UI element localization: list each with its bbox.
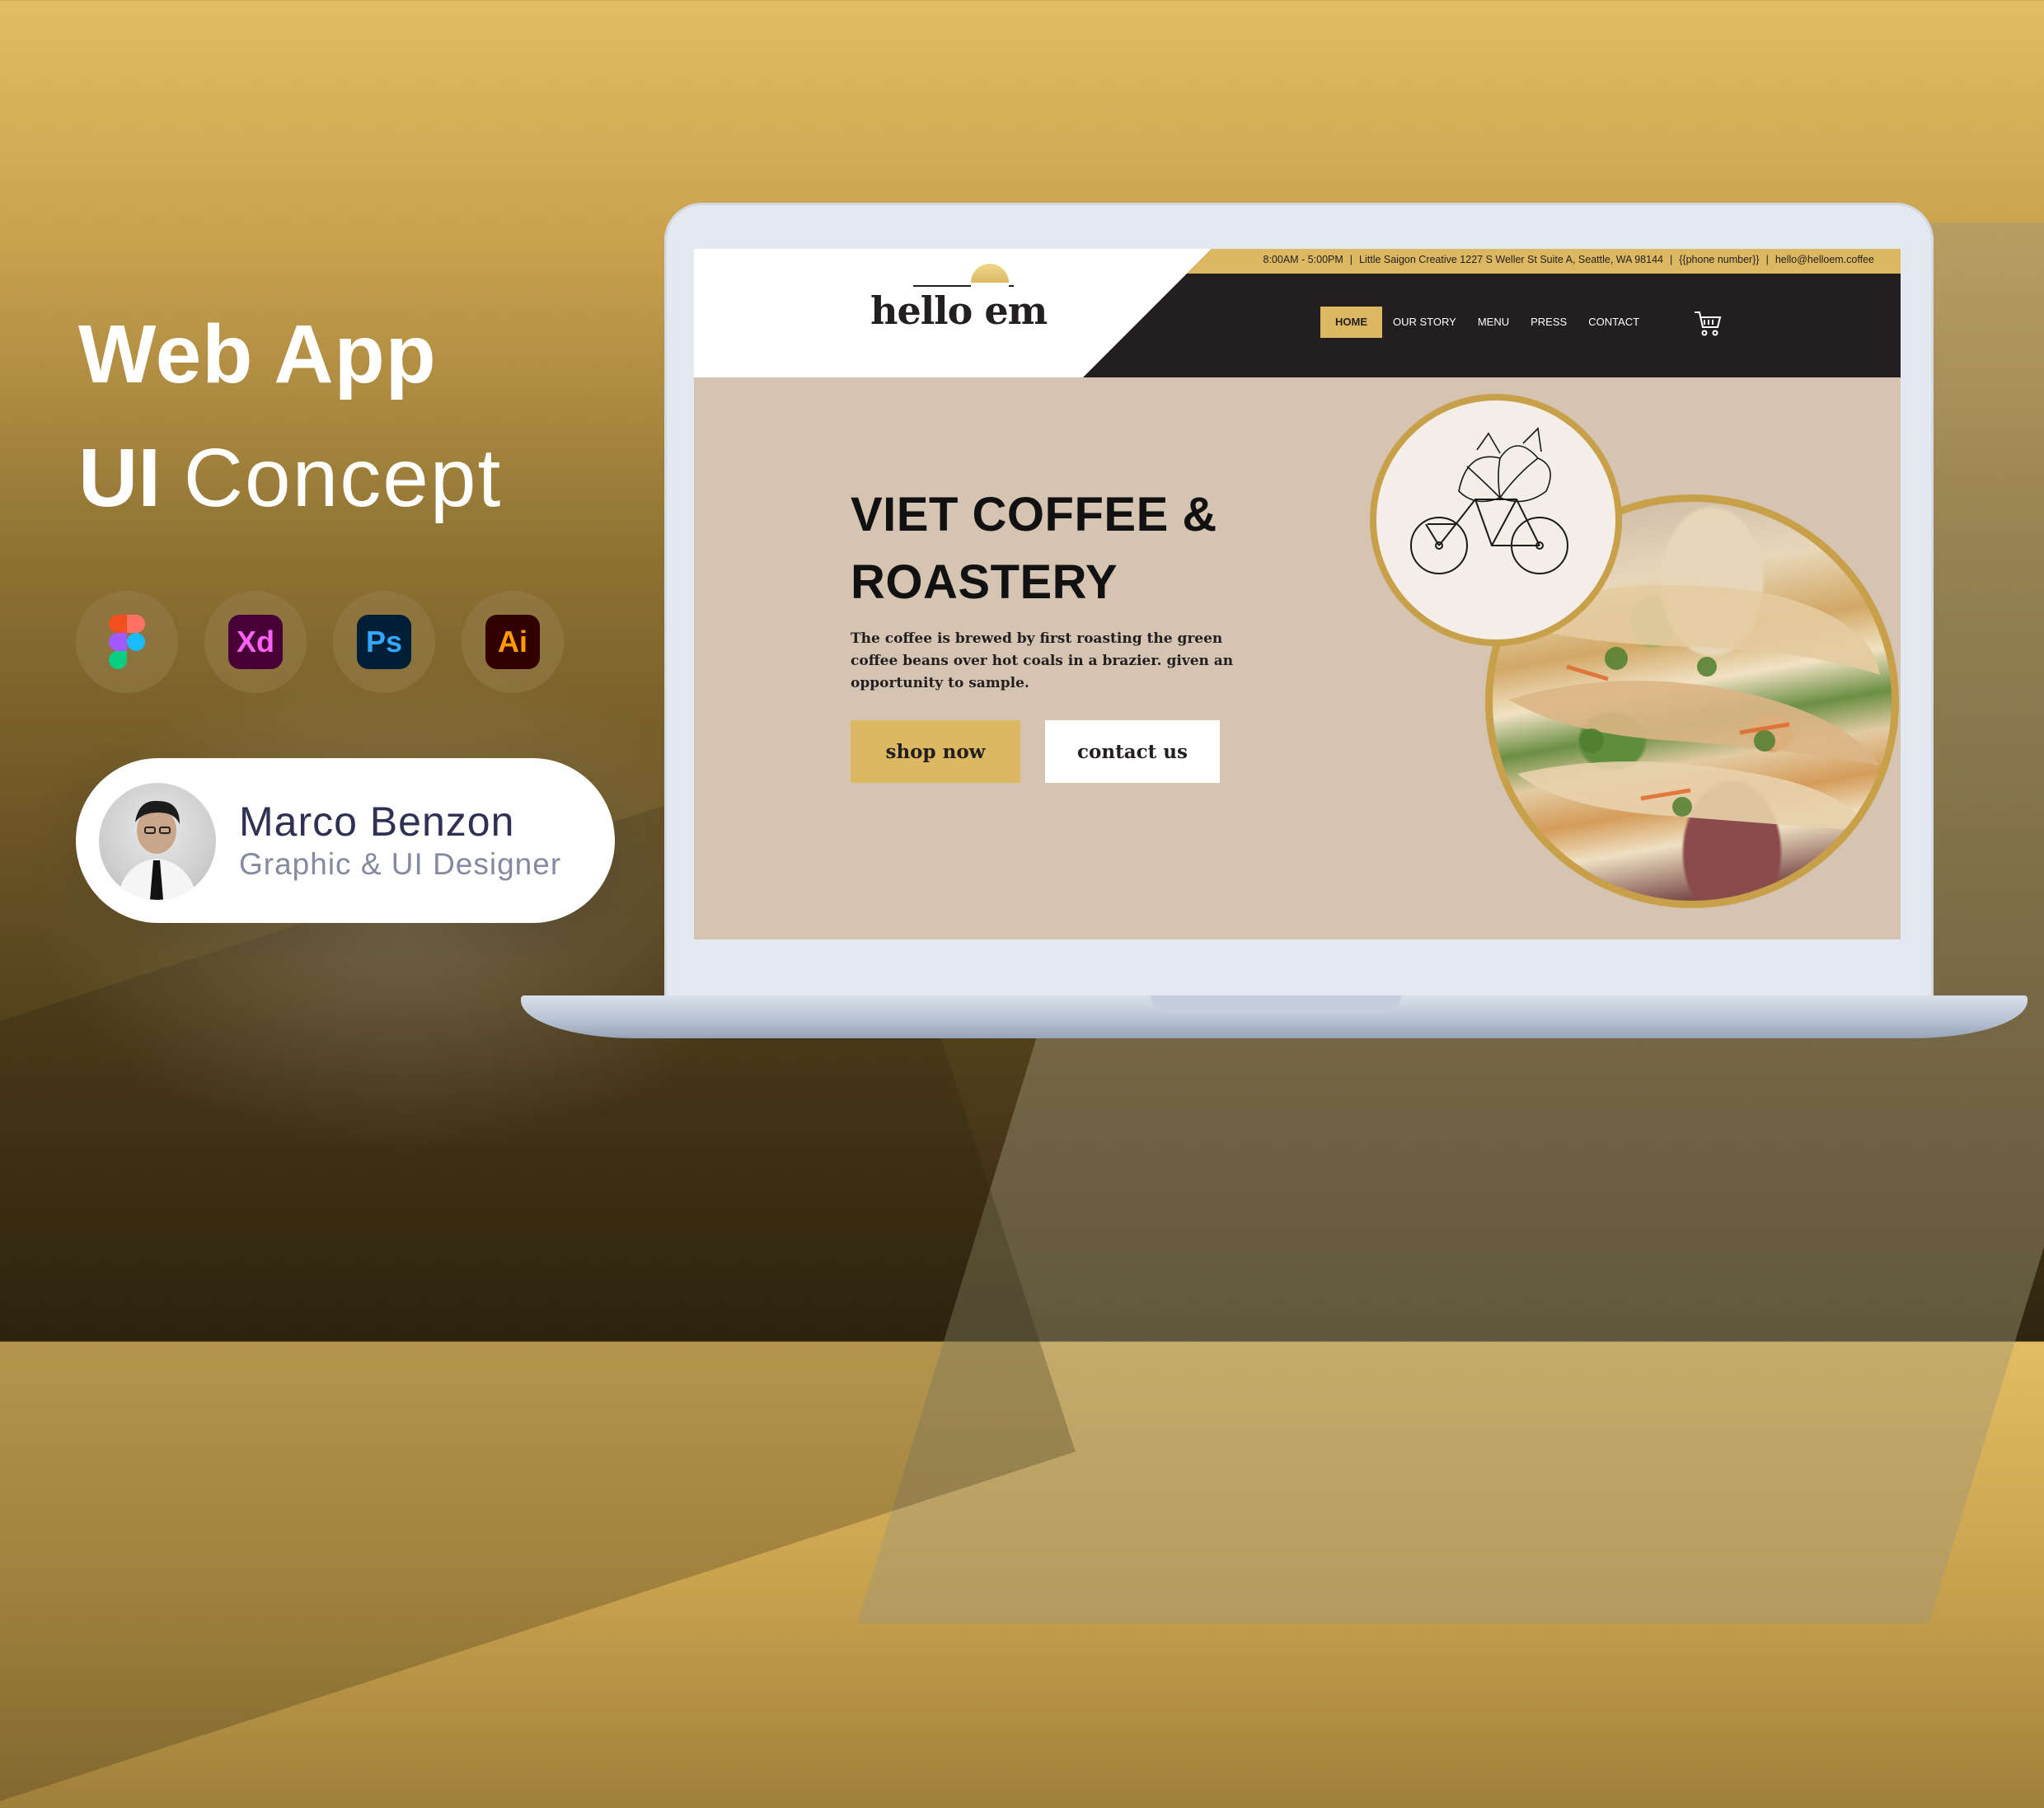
designer-role: Graphic & UI Designer — [239, 847, 562, 881]
hero-title: VIET COFFEE & ROASTERY — [851, 481, 1217, 616]
address: Little Saigon Creative 1227 S Weller St … — [1359, 254, 1663, 265]
hero-title-line-2: ROASTERY — [851, 555, 1118, 609]
figma-icon — [76, 591, 178, 693]
cart-icon[interactable] — [1693, 310, 1723, 342]
adobe-xd-icon: Xd — [204, 591, 307, 693]
contact-us-button[interactable]: contact us — [1045, 720, 1220, 783]
page-headline: Web App UI Concept — [78, 293, 502, 540]
ai-label: Ai — [485, 615, 540, 669]
hero-title-line-1: VIET COFFEE & — [851, 488, 1217, 541]
headline-line-1: Web App — [78, 308, 437, 400]
website-screen: 8:00AM - 5:00PM | Little Saigon Creative 1… — [694, 249, 1901, 939]
xd-label: Xd — [228, 615, 283, 669]
info-bar-text: 8:00AM - 5:00PM | Little Saigon Creative 1… — [1263, 254, 1875, 265]
laptop-notch — [1151, 995, 1401, 1014]
illustrator-icon: Ai — [462, 591, 564, 693]
shop-now-button[interactable]: shop now — [851, 720, 1020, 783]
designer-card: Marco Benzon Graphic & UI Designer — [76, 758, 615, 923]
photoshop-icon: Ps — [333, 591, 435, 693]
nav-home[interactable]: HOME — [1320, 307, 1382, 338]
nav-menu[interactable]: MENU — [1467, 307, 1520, 338]
phone-number[interactable]: {{phone number}} — [1679, 254, 1759, 265]
headline-bold: UI — [78, 432, 161, 524]
headline-line-2: UI Concept — [78, 416, 502, 540]
opening-hours: 8:00AM - 5:00PM — [1263, 254, 1343, 265]
nav-press[interactable]: PRESS — [1520, 307, 1578, 338]
email-link[interactable]: hello@helloem.coffee — [1775, 254, 1874, 265]
designer-name: Marco Benzon — [239, 799, 515, 845]
bicycle-sketch-image — [1370, 394, 1622, 646]
site-logo[interactable]: hello em — [870, 288, 1048, 333]
nav-contact[interactable]: CONTACT — [1578, 307, 1650, 338]
ps-label: Ps — [357, 615, 411, 669]
hero-description: The coffee is brewed by first roasting t… — [851, 630, 1234, 691]
tool-icons: Xd Ps Ai — [76, 591, 564, 693]
main-nav: HOME OUR STORY MENU PRESS CONTACT — [1320, 307, 1650, 338]
avatar — [99, 783, 216, 900]
headline-regular: Concept — [183, 432, 503, 524]
nav-our-story[interactable]: OUR STORY — [1382, 307, 1467, 338]
